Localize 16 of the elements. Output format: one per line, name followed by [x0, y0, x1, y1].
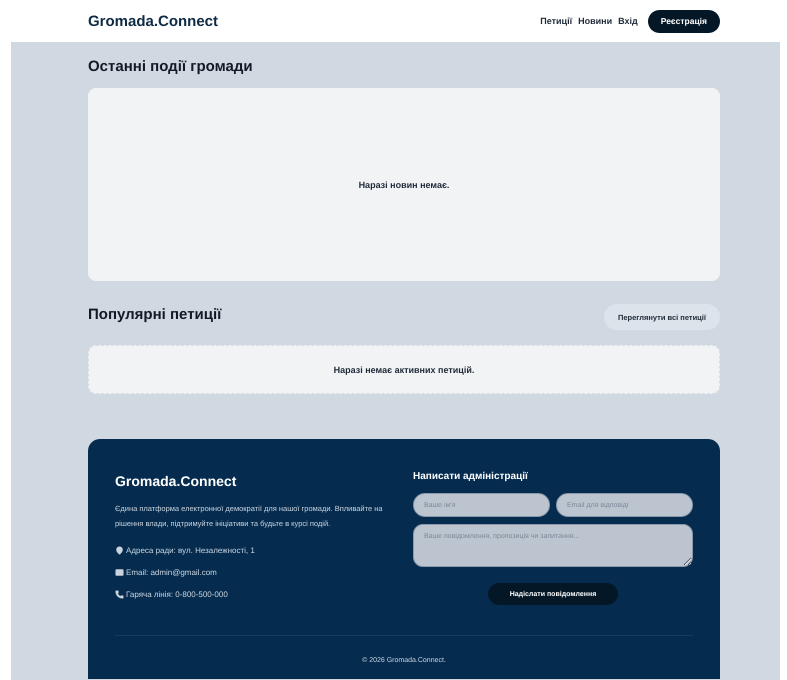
- contact-text: Гаряча лінія: 0-800-500-000: [126, 590, 228, 598]
- section-title: Популярні петиції: [88, 306, 222, 323]
- register-button[interactable]: Реєстрація: [648, 10, 720, 32]
- empty-message: Наразі новин немає.: [358, 180, 450, 190]
- footer-brand: Gromada.Connect: [115, 473, 238, 489]
- nav-link[interactable]: Новини: [578, 16, 612, 26]
- form-title: Написати адміністрації: [413, 471, 529, 482]
- empty-message: Наразі немає активних петицій.: [334, 364, 474, 374]
- contact-text: Адреса ради: вул. Незалежності, 1: [126, 546, 255, 554]
- map-pin-icon: [115, 546, 124, 554]
- contact-text: Email: admin@gmail.com: [126, 568, 217, 576]
- site-logo[interactable]: Gromada.Connect: [88, 12, 218, 30]
- section-title: Останні події громади: [88, 58, 254, 75]
- nav-link[interactable]: Петиції: [540, 16, 572, 26]
- phone-icon: [115, 590, 124, 598]
- nav-link[interactable]: Вхід: [618, 16, 638, 26]
